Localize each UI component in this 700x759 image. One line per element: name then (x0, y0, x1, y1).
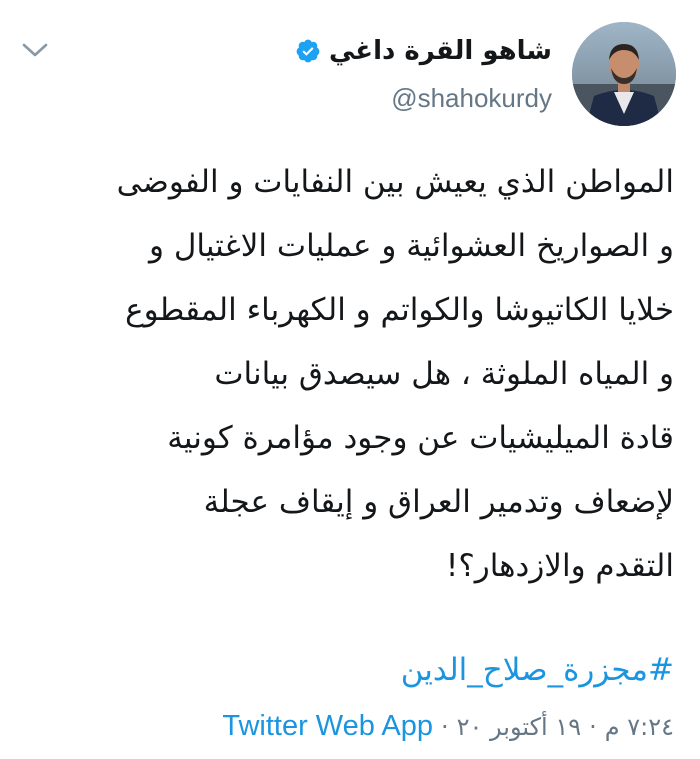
tweet-meta: ٧:٢٤ م · ١٩ أكتوبر ٢٠ · Twitter Web App (222, 706, 674, 747)
tweet-text-line: المواطن الذي يعيش بين النفايات و الفوضى (116, 164, 674, 200)
author-name-row: شاهو القرة داغي (295, 34, 552, 68)
tweet-date[interactable]: ١٩ أكتوبر ٢٠ (457, 707, 581, 747)
author-name[interactable]: شاهو القرة داغي (329, 34, 552, 68)
author-block: شاهو القرة داغي @shahokurdy (295, 34, 552, 114)
tweet-text-line: لإضعاف وتدمير العراق و إيقاف عجلة (203, 484, 674, 520)
meta-separator: · (440, 713, 449, 741)
chevron-down-icon[interactable] (20, 38, 50, 62)
avatar[interactable] (572, 22, 676, 126)
tweet-text-line: خلايا الكاتيوشا والكواتم و الكهرباء المق… (125, 292, 674, 328)
tweet-text-line: و الصواريخ العشوائية و عمليات الاغتيال و (149, 228, 674, 264)
author-handle[interactable]: @shahokurdy (295, 82, 552, 114)
hashtag-link[interactable]: #مجزرة_صلاح_الدين (401, 648, 674, 692)
tweet-card: شاهو القرة داغي @shahokurdy المواطن الذي… (0, 0, 700, 759)
source-link[interactable]: Twitter Web App (222, 706, 433, 746)
tweet-time[interactable]: ٧:٢٤ م (605, 707, 674, 747)
meta-separator: · (589, 713, 597, 741)
avatar-image (572, 22, 676, 126)
verified-badge-icon (295, 38, 321, 64)
tweet-text: المواطن الذي يعيش بين النفايات و الفوضى … (14, 150, 674, 598)
tweet-text-line: التقدم والازدهار؟! (445, 548, 674, 584)
tweet-text-line: و المياه الملوثة ، هل سيصدق بيانات (214, 356, 674, 392)
tweet-text-line: قادة الميليشيات عن وجود مؤامرة كونية (167, 420, 674, 456)
